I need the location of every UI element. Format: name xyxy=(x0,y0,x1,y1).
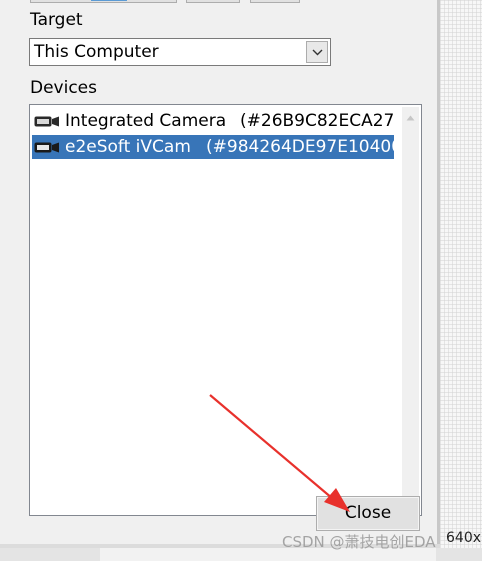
device-name: e2eSoft iVCam xyxy=(65,137,191,157)
devices-list[interactable]: Integrated Camera (#26B9C82ECA27 e2eSoft… xyxy=(29,104,422,516)
background-panel xyxy=(440,0,482,548)
selection-indicator xyxy=(91,0,127,1)
resolution-text: 640x xyxy=(446,530,482,546)
chevron-up-icon[interactable] xyxy=(406,115,415,121)
toolbar-button-1[interactable] xyxy=(30,0,177,3)
dropdown-button[interactable] xyxy=(306,41,328,63)
list-item-integrated-camera[interactable]: Integrated Camera (#26B9C82ECA27 xyxy=(32,109,394,133)
toolbar-button-2[interactable] xyxy=(186,0,240,3)
watermark: CSDN @萧技电创EDA xyxy=(282,533,436,551)
target-dropdown-value: This Computer xyxy=(34,42,159,62)
toolbar-button-3[interactable] xyxy=(250,0,300,3)
camera-icon xyxy=(34,142,59,153)
device-name: Integrated Camera xyxy=(65,111,227,131)
devices-label: Devices xyxy=(30,78,97,98)
chevron-down-icon xyxy=(312,49,323,56)
camera-icon xyxy=(34,116,59,127)
vertical-scrollbar[interactable] xyxy=(402,107,419,511)
device-id: (#26B9C82ECA27 xyxy=(240,111,394,131)
device-id: (#984264DE97E10400 xyxy=(206,137,394,157)
close-button[interactable]: Close xyxy=(316,496,420,531)
target-label: Target xyxy=(30,10,83,30)
list-item-ivcam[interactable]: e2eSoft iVCam (#984264DE97E10400 xyxy=(32,135,394,159)
target-dropdown[interactable]: This Computer xyxy=(29,38,331,66)
device-dialog: Target This Computer Devices Integrated … xyxy=(0,0,437,548)
